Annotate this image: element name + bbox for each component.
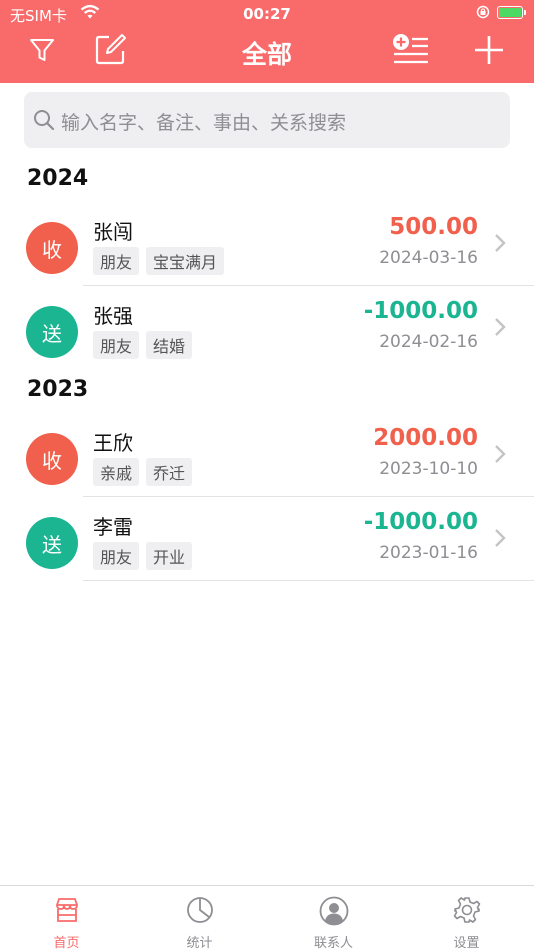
record-date: 2024-03-16 (379, 248, 478, 268)
search-bar[interactable]: 输入名字、备注、事由、关系搜索 (24, 92, 510, 148)
tab-label: 统计 (186, 936, 213, 951)
record-tags: 亲戚 乔迁 (93, 458, 193, 486)
record-amount: -1000.00 (363, 509, 478, 535)
record-date: 2024-02-16 (379, 332, 478, 352)
tab-label: 联系人 (313, 936, 353, 951)
record-date: 2023-01-16 (379, 543, 478, 563)
chevron-right-icon (493, 527, 507, 553)
chevron-right-icon (493, 232, 507, 258)
status-bar: 无SIM卡 00:27 (0, 0, 534, 28)
tab-settings[interactable]: 设置 (400, 886, 533, 951)
record-name: 张强 (93, 304, 133, 328)
receive-badge: 收 (26, 433, 78, 485)
record-row[interactable]: 收 张闯 朋友 宝宝满月 500.00 2024-03-16 (0, 202, 534, 286)
receive-badge: 收 (26, 222, 78, 274)
record-tags: 朋友 开业 (93, 542, 193, 570)
record-amount: 2000.00 (373, 425, 478, 451)
year-header-2024: 2024 (27, 166, 89, 191)
search-icon (33, 109, 55, 135)
status-time: 00:27 (243, 5, 291, 23)
event-tag: 乔迁 (146, 458, 193, 486)
battery-icon (497, 6, 526, 19)
tab-home[interactable]: 首页 (0, 886, 133, 951)
tab-label: 首页 (53, 936, 80, 951)
chevron-right-icon (493, 443, 507, 469)
record-date: 2023-10-10 (379, 459, 478, 479)
home-icon (53, 896, 81, 928)
event-tag: 开业 (146, 542, 193, 570)
record-name: 王欣 (93, 431, 133, 455)
send-badge: 送 (26, 306, 78, 358)
relation-tag: 朋友 (93, 247, 140, 275)
record-name: 张闯 (93, 220, 133, 244)
event-tag: 结婚 (146, 331, 193, 359)
plus-icon (473, 34, 505, 70)
record-row[interactable]: 收 王欣 亲戚 乔迁 2000.00 2023-10-10 (0, 413, 534, 497)
record-tags: 朋友 宝宝满月 (93, 247, 225, 275)
tab-contacts[interactable]: 联系人 (267, 886, 400, 951)
row-divider (83, 580, 534, 581)
tab-bar: 首页 统计 联系人 设置 (0, 885, 534, 951)
pie-chart-icon (186, 896, 214, 928)
tab-statistics[interactable]: 统计 (133, 886, 266, 951)
add-button[interactable] (469, 34, 509, 70)
relation-tag: 朋友 (93, 331, 140, 359)
header-bar: 无SIM卡 00:27 全部 (0, 0, 534, 83)
search-input[interactable]: 输入名字、备注、事由、关系搜索 (61, 108, 346, 135)
event-tag: 宝宝满月 (146, 247, 225, 275)
add-list-button[interactable] (390, 34, 430, 70)
settings-icon (453, 896, 481, 928)
record-tags: 朋友 结婚 (93, 331, 193, 359)
contacts-icon (319, 896, 349, 930)
tab-label: 设置 (453, 936, 480, 951)
record-amount: 500.00 (389, 214, 478, 240)
send-badge: 送 (26, 517, 78, 569)
record-row[interactable]: 送 张强 朋友 结婚 -1000.00 2024-02-16 (0, 286, 534, 370)
year-header-2023: 2023 (27, 377, 89, 402)
record-amount: -1000.00 (363, 298, 478, 324)
rotation-lock-icon (476, 5, 490, 23)
page-title: 全部 (241, 40, 292, 69)
relation-tag: 朋友 (93, 542, 140, 570)
chevron-right-icon (493, 316, 507, 342)
record-name: 李雷 (93, 515, 133, 539)
record-row[interactable]: 送 李雷 朋友 开业 -1000.00 2023-01-16 (0, 497, 534, 581)
relation-tag: 亲戚 (93, 458, 140, 486)
add-list-icon (390, 33, 430, 71)
